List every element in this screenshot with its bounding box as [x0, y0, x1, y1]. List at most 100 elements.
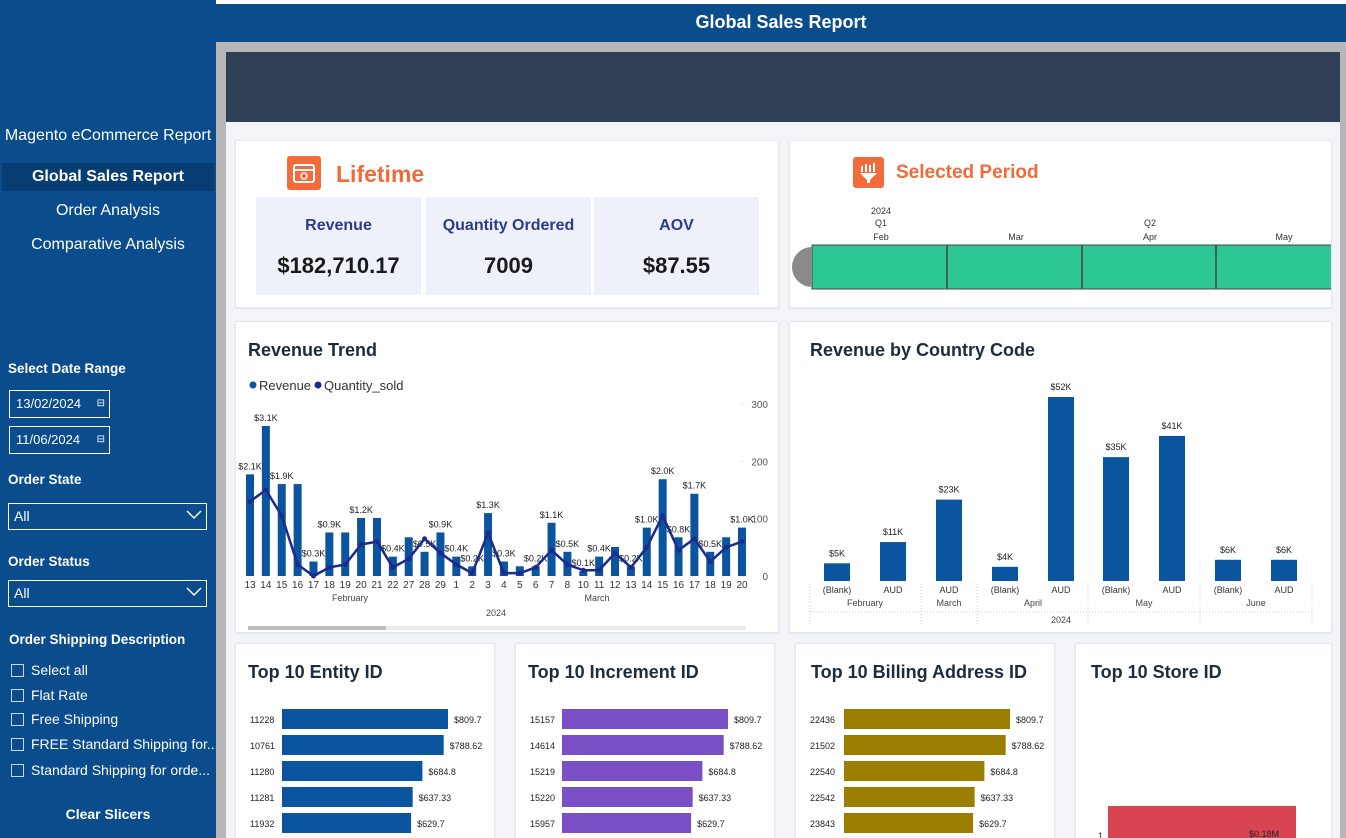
shipping-option-standard[interactable]: Standard Shipping for orde...	[11, 762, 210, 778]
hbar	[282, 709, 448, 729]
top-billing-chart: 22436 $809.7 21502 $788.62 22540 $684.8 22542 $…	[810, 709, 1044, 833]
country-bar	[1215, 559, 1241, 581]
kpi-aov: AOV $87.55	[594, 197, 759, 295]
revenue-data-label: $1.1K	[540, 510, 564, 520]
hbar	[282, 761, 423, 781]
country-bar	[1048, 397, 1074, 581]
revenue-data-label: $0.4K	[587, 544, 611, 554]
checkbox-icon[interactable]	[11, 664, 24, 677]
checkbox-icon[interactable]	[11, 713, 24, 726]
calendar-icon[interactable]: ⊟	[97, 391, 105, 417]
shipping-option-select-all[interactable]: Select all	[11, 662, 88, 678]
quantity-point	[358, 541, 364, 547]
country-tick-label: AUD	[1274, 585, 1294, 595]
revenue-data-label: $1.0K	[730, 515, 754, 525]
shipping-option-label: Select all	[31, 662, 88, 678]
shipping-option-flat-rate[interactable]: Flat Rate	[11, 687, 88, 703]
country-data-label: $6K	[1220, 545, 1236, 555]
revenue-data-label: $1.2K	[349, 505, 373, 515]
x-tick-label: 15	[657, 580, 669, 591]
sidebar: Magento eCommerce Report Global Sales Re…	[0, 0, 219, 838]
country-tick-label: AUD	[939, 585, 959, 595]
period-timeline[interactable]: 2024 Q1 Q2 Feb Mar Apr May	[790, 201, 1332, 301]
hbar	[562, 761, 703, 781]
top-increment-chart: 15157 $809.7 14614 $788.62 15219 $684.8 15220 $…	[530, 709, 762, 833]
hbar-value-label: $788.62	[450, 741, 483, 751]
checkbox-icon[interactable]	[11, 689, 24, 702]
country-group-label: March	[936, 598, 961, 608]
end-date-input[interactable]: 11/06/2024 ⊟	[9, 426, 110, 454]
timeline-month-mar: Mar	[1008, 232, 1024, 242]
quantity-point	[691, 536, 697, 542]
order-state-dropdown[interactable]: All	[8, 503, 207, 530]
revenue-data-label: $0.4K	[445, 544, 469, 554]
hbar	[282, 813, 412, 833]
quantity-point	[533, 564, 539, 570]
kpi-label: Revenue	[305, 217, 372, 234]
country-data-label: $4K	[997, 552, 1013, 562]
timeline-left-handle[interactable]	[792, 247, 812, 287]
shipping-option-label: Standard Shipping for orde...	[31, 762, 211, 778]
country-group-label: June	[1246, 598, 1266, 608]
store-category-label: 1	[1098, 831, 1103, 838]
revenue-bar	[277, 484, 286, 576]
country-group-label: February	[847, 598, 884, 608]
order-status-dropdown[interactable]: All	[8, 580, 207, 607]
country-data-label: $6K	[1276, 545, 1292, 555]
x-tick-label: 16	[673, 580, 685, 591]
shipping-option-label: Free Shipping	[31, 711, 119, 727]
selected-period-card: Selected Period 2024 Q1 Q2 Feb Mar Apr M…	[789, 140, 1332, 308]
chevron-down-icon	[186, 510, 202, 520]
hbar-category-label: 11280	[250, 767, 274, 777]
hbar-value-label: $684.8	[428, 767, 456, 777]
quantity-point	[342, 562, 348, 568]
hbar-value-label: $629.7	[979, 819, 1007, 829]
hbar-value-label: $637.33	[981, 793, 1014, 803]
quantity-point	[469, 570, 475, 576]
hbar-value-label: $809.7	[1016, 715, 1044, 725]
hbar-category-label: 14614	[530, 741, 555, 751]
revenue-data-label: $1.0K	[635, 515, 659, 525]
checkbox-icon[interactable]	[11, 764, 24, 777]
hbar-category-label: 11281	[250, 793, 274, 803]
quantity-point	[660, 513, 666, 519]
hbar	[844, 761, 985, 781]
kpi-value: $182,710.17	[277, 253, 400, 278]
quantity-point	[596, 567, 602, 573]
legend-revenue-marker	[249, 381, 257, 389]
timeline-selection-bar[interactable]	[811, 244, 1332, 290]
country-bar	[880, 542, 906, 581]
x-group-label: February	[332, 593, 369, 603]
shipping-option-free-standard[interactable]: FREE Standard Shipping for...	[11, 736, 219, 752]
x-tick-label: 12	[609, 580, 621, 591]
revenue-bar	[341, 532, 350, 576]
x-tick-label: 28	[419, 580, 431, 591]
country-bar	[1159, 435, 1185, 581]
quantity-point	[612, 550, 618, 556]
revenue-data-label: $1.3K	[476, 500, 500, 510]
quantity-point	[644, 544, 650, 550]
quantity-point	[485, 530, 491, 536]
country-year-label: 2024	[1051, 615, 1071, 625]
y2-tick-label: 300	[751, 400, 768, 411]
shipping-option-free-shipping[interactable]: Free Shipping	[11, 711, 118, 727]
nav-comparative-analysis[interactable]: Comparative Analysis	[2, 231, 214, 259]
quantity-point	[390, 564, 396, 570]
quantity-point	[707, 559, 713, 565]
hbar-value-label: $684.8	[990, 767, 1018, 777]
legend-quantity-label: Quantity_sold	[324, 378, 404, 393]
revenue-data-label: $0.5K	[698, 539, 722, 549]
quantity-point	[310, 573, 316, 579]
kpi-label: Quantity Ordered	[442, 217, 575, 234]
calendar-icon[interactable]: ⊟	[97, 427, 105, 453]
quantity-point	[564, 562, 570, 568]
start-date-input[interactable]: 13/02/2024 ⊟	[9, 390, 110, 418]
quantity-point	[247, 498, 253, 504]
quantity-point	[453, 562, 459, 568]
hbar	[562, 735, 724, 755]
nav-order-analysis[interactable]: Order Analysis	[2, 197, 214, 225]
revenue-bar	[690, 493, 699, 576]
checkbox-icon[interactable]	[11, 738, 24, 751]
nav-global-sales-report[interactable]: Global Sales Report	[2, 163, 214, 191]
clear-slicers-button[interactable]: Clear Slicers	[0, 806, 216, 822]
